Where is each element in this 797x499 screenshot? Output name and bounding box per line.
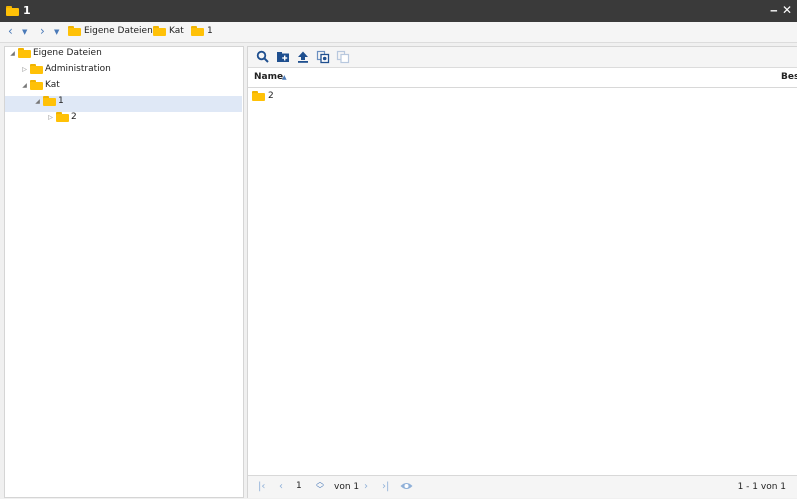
grid-header: Name ▲ Bes xyxy=(248,68,797,88)
close-icon[interactable]: ✕ xyxy=(782,3,792,17)
upload-icon[interactable] xyxy=(296,50,310,64)
expanded-triangle-icon[interactable]: ◢ xyxy=(20,82,29,89)
back-icon[interactable]: ‹ xyxy=(8,24,13,38)
page-spinner-icon[interactable]: ︿ ﹀ xyxy=(316,478,324,494)
pager-summary: 1 - 1 von 1 xyxy=(737,482,786,492)
tree-node-eigene-dateien[interactable]: ◢ Eigene Dateien xyxy=(8,48,102,64)
folder-icon xyxy=(30,64,43,74)
page-number-input[interactable]: 1 xyxy=(296,481,302,491)
sort-ascending-icon[interactable]: ▲ xyxy=(282,74,287,81)
folder-icon xyxy=(68,26,81,36)
column-header-description[interactable]: Bes xyxy=(781,72,797,82)
expanded-triangle-icon[interactable]: ◢ xyxy=(8,50,17,57)
breadcrumb: ‹ ▼ › ▼ Eigene Dateien Kat 1 xyxy=(0,22,797,43)
collapsed-triangle-icon[interactable]: ▷ xyxy=(20,66,29,73)
search-icon[interactable] xyxy=(256,50,270,64)
column-header-name[interactable]: Name xyxy=(254,72,283,82)
copy-icon[interactable] xyxy=(316,50,330,64)
last-page-icon[interactable]: ›| xyxy=(382,481,389,492)
table-row[interactable]: 2 xyxy=(252,91,274,102)
row-name: 2 xyxy=(268,91,274,101)
title-bar: 1 ‒ ✕ xyxy=(0,0,797,22)
folder-icon xyxy=(18,48,31,58)
folder-icon xyxy=(252,91,265,101)
folder-icon xyxy=(56,112,69,122)
minimize-icon[interactable]: ‒ xyxy=(770,4,778,17)
folder-icon xyxy=(6,6,19,16)
collapsed-triangle-icon[interactable]: ▷ xyxy=(46,114,55,121)
folder-icon xyxy=(30,80,43,90)
file-list-panel: Name ▲ Bes 2 |‹ ‹ 1 ︿ ﹀ von 1 › ›| 1 - 1 … xyxy=(247,46,797,498)
next-page-icon[interactable]: › xyxy=(364,481,368,492)
breadcrumb-item-kat[interactable]: Kat xyxy=(153,26,184,37)
page-count-label: von 1 xyxy=(334,482,360,492)
eye-icon[interactable] xyxy=(400,481,413,491)
paging-toolbar: |‹ ‹ 1 ︿ ﹀ von 1 › ›| 1 - 1 von 1 xyxy=(248,475,797,498)
folder-tree: ◢ Eigene Dateien ▷ Administration ◢ Kat ◢ 1 … xyxy=(4,46,244,498)
window-title: 1 xyxy=(23,4,31,17)
breadcrumb-item-1[interactable]: 1 xyxy=(191,26,213,37)
previous-page-icon[interactable]: ‹ xyxy=(279,481,283,492)
folder-icon xyxy=(191,26,204,36)
tree-node-2[interactable]: ▷ 2 xyxy=(46,112,77,128)
tree-node-1[interactable]: ◢ 1 xyxy=(33,96,64,112)
first-page-icon[interactable]: |‹ xyxy=(258,481,265,492)
folder-icon xyxy=(153,26,166,36)
paste-icon[interactable] xyxy=(336,50,350,64)
toolbar xyxy=(248,47,797,68)
back-history-chevron-down-icon[interactable]: ▼ xyxy=(22,28,27,36)
expanded-triangle-icon[interactable]: ◢ xyxy=(33,98,42,105)
tree-node-kat[interactable]: ◢ Kat xyxy=(20,80,60,96)
forward-history-chevron-down-icon[interactable]: ▼ xyxy=(54,28,59,36)
forward-icon[interactable]: › xyxy=(40,24,45,38)
new-folder-icon[interactable] xyxy=(276,50,290,64)
folder-icon xyxy=(43,96,56,106)
breadcrumb-item-eigene-dateien[interactable]: Eigene Dateien xyxy=(68,26,153,37)
tree-node-administration[interactable]: ▷ Administration xyxy=(20,64,111,80)
